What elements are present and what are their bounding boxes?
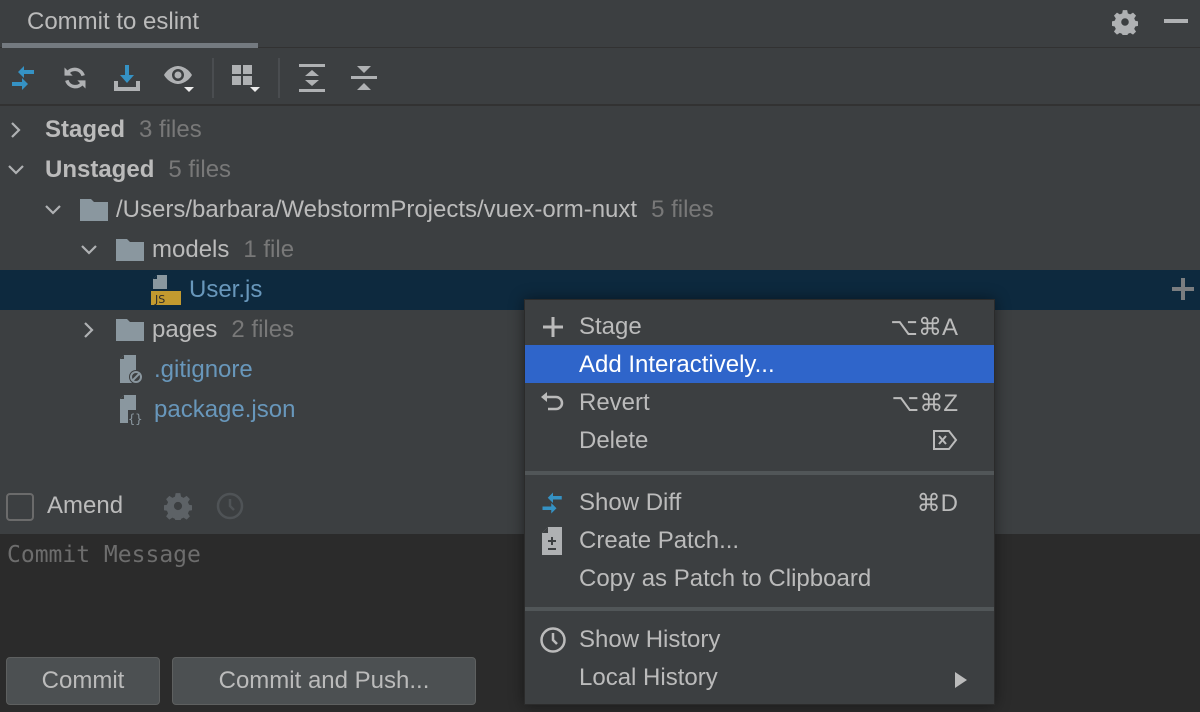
node-count: 2 files — [231, 316, 295, 343]
amend-label[interactable]: Amend — [47, 492, 123, 520]
menu-separator — [525, 607, 994, 611]
expand-all-icon — [299, 64, 325, 92]
commit-and-push-button[interactable]: Commit and Push... — [172, 657, 476, 705]
ignore-file-icon — [120, 355, 143, 384]
view-options-button[interactable] — [162, 62, 196, 94]
node-label: .gitignore — [154, 356, 253, 383]
refresh-button[interactable] — [58, 62, 92, 94]
tree-node-models-folder[interactable]: models 1 file — [0, 230, 1200, 270]
toolbar-separator — [212, 58, 214, 98]
tool-window-header: Commit to eslint — [0, 0, 1200, 48]
node-label: Staged — [45, 116, 126, 143]
toolbar-separator — [278, 58, 280, 98]
patch-file-icon — [539, 527, 567, 555]
folder-icon — [116, 319, 144, 341]
json-file-icon: {} — [120, 395, 146, 426]
plus-icon — [539, 313, 567, 341]
collapse-all-button[interactable] — [347, 62, 381, 94]
show-diff-button[interactable] — [7, 62, 41, 94]
node-count: 5 files — [651, 196, 714, 223]
commit-button[interactable]: Commit — [6, 657, 160, 705]
javascript-file-icon: JS — [151, 275, 181, 306]
svg-text:JS: JS — [154, 293, 165, 306]
submenu-arrow-icon — [954, 668, 968, 696]
menu-item-delete[interactable]: Delete — [525, 421, 994, 459]
commit-history-clock-icon[interactable] — [215, 491, 245, 521]
node-count: 3 files — [139, 116, 202, 143]
chevron-down-icon[interactable] — [43, 200, 63, 220]
eye-icon — [164, 66, 194, 92]
tab-label: Commit to eslint — [27, 8, 200, 35]
folder-icon — [116, 239, 144, 261]
tree-node-staged[interactable]: Staged 3 files — [0, 110, 1200, 150]
menu-item-create-patch[interactable]: Create Patch... — [525, 521, 994, 559]
menu-item-copy-as-patch[interactable]: Copy as Patch to Clipboard — [525, 559, 994, 597]
expand-all-button[interactable] — [295, 62, 329, 94]
collapse-all-icon — [351, 66, 377, 90]
menu-item-stage[interactable]: Stage ⌥⌘A — [525, 307, 994, 345]
node-label: pages — [152, 316, 218, 343]
revert-icon — [539, 389, 567, 417]
chevron-down-icon[interactable] — [79, 240, 99, 260]
stage-plus-icon[interactable] — [1170, 276, 1196, 302]
diff-arrows-icon — [12, 66, 34, 90]
tree-node-unstaged[interactable]: Unstaged 5 files — [0, 150, 1200, 190]
node-label: User.js — [189, 276, 263, 303]
menu-item-local-history[interactable]: Local History — [525, 658, 994, 696]
folder-icon — [80, 199, 108, 221]
chevron-right-icon[interactable] — [79, 320, 99, 340]
menu-item-show-history[interactable]: Show History — [525, 620, 994, 658]
group-by-icon — [232, 65, 260, 92]
menu-item-show-diff[interactable]: Show Diff ⌘D — [525, 483, 994, 521]
node-label: Unstaged — [45, 156, 155, 183]
update-project-button[interactable] — [110, 62, 144, 94]
chevron-right-icon[interactable] — [6, 120, 26, 140]
node-label: /Users/barbara/WebstormProjects/vuex-orm… — [116, 196, 638, 223]
menu-item-revert[interactable]: Revert ⌥⌘Z — [525, 383, 994, 421]
toolbar — [0, 48, 1200, 106]
node-label: package.json — [154, 396, 296, 423]
download-icon — [114, 65, 140, 91]
node-label: models — [152, 236, 230, 263]
tree-node-root-folder[interactable]: /Users/barbara/WebstormProjects/vuex-orm… — [0, 190, 1200, 230]
menu-separator — [525, 471, 994, 475]
forward-delete-key-icon — [932, 429, 958, 458]
clock-icon — [539, 626, 567, 654]
settings-gear-icon[interactable] — [1111, 9, 1139, 38]
node-count: 5 files — [168, 156, 232, 183]
commit-message-placeholder: Commit Message — [7, 542, 201, 568]
svg-text:{}: {} — [128, 412, 142, 426]
group-by-button[interactable] — [230, 62, 264, 94]
menu-item-add-interactively[interactable]: Add Interactively... — [525, 345, 994, 383]
minimize-icon[interactable] — [1164, 18, 1190, 24]
refresh-icon — [64, 67, 86, 89]
context-menu: Stage ⌥⌘A Add Interactively... Revert ⌥⌘… — [524, 299, 995, 705]
node-count: 1 file — [243, 236, 295, 263]
chevron-down-icon[interactable] — [6, 160, 26, 180]
commit-options-gear-icon[interactable] — [164, 492, 192, 520]
amend-checkbox[interactable] — [6, 493, 34, 521]
tab-commit[interactable]: Commit to eslint — [2, 0, 258, 48]
diff-arrows-icon — [539, 489, 567, 517]
